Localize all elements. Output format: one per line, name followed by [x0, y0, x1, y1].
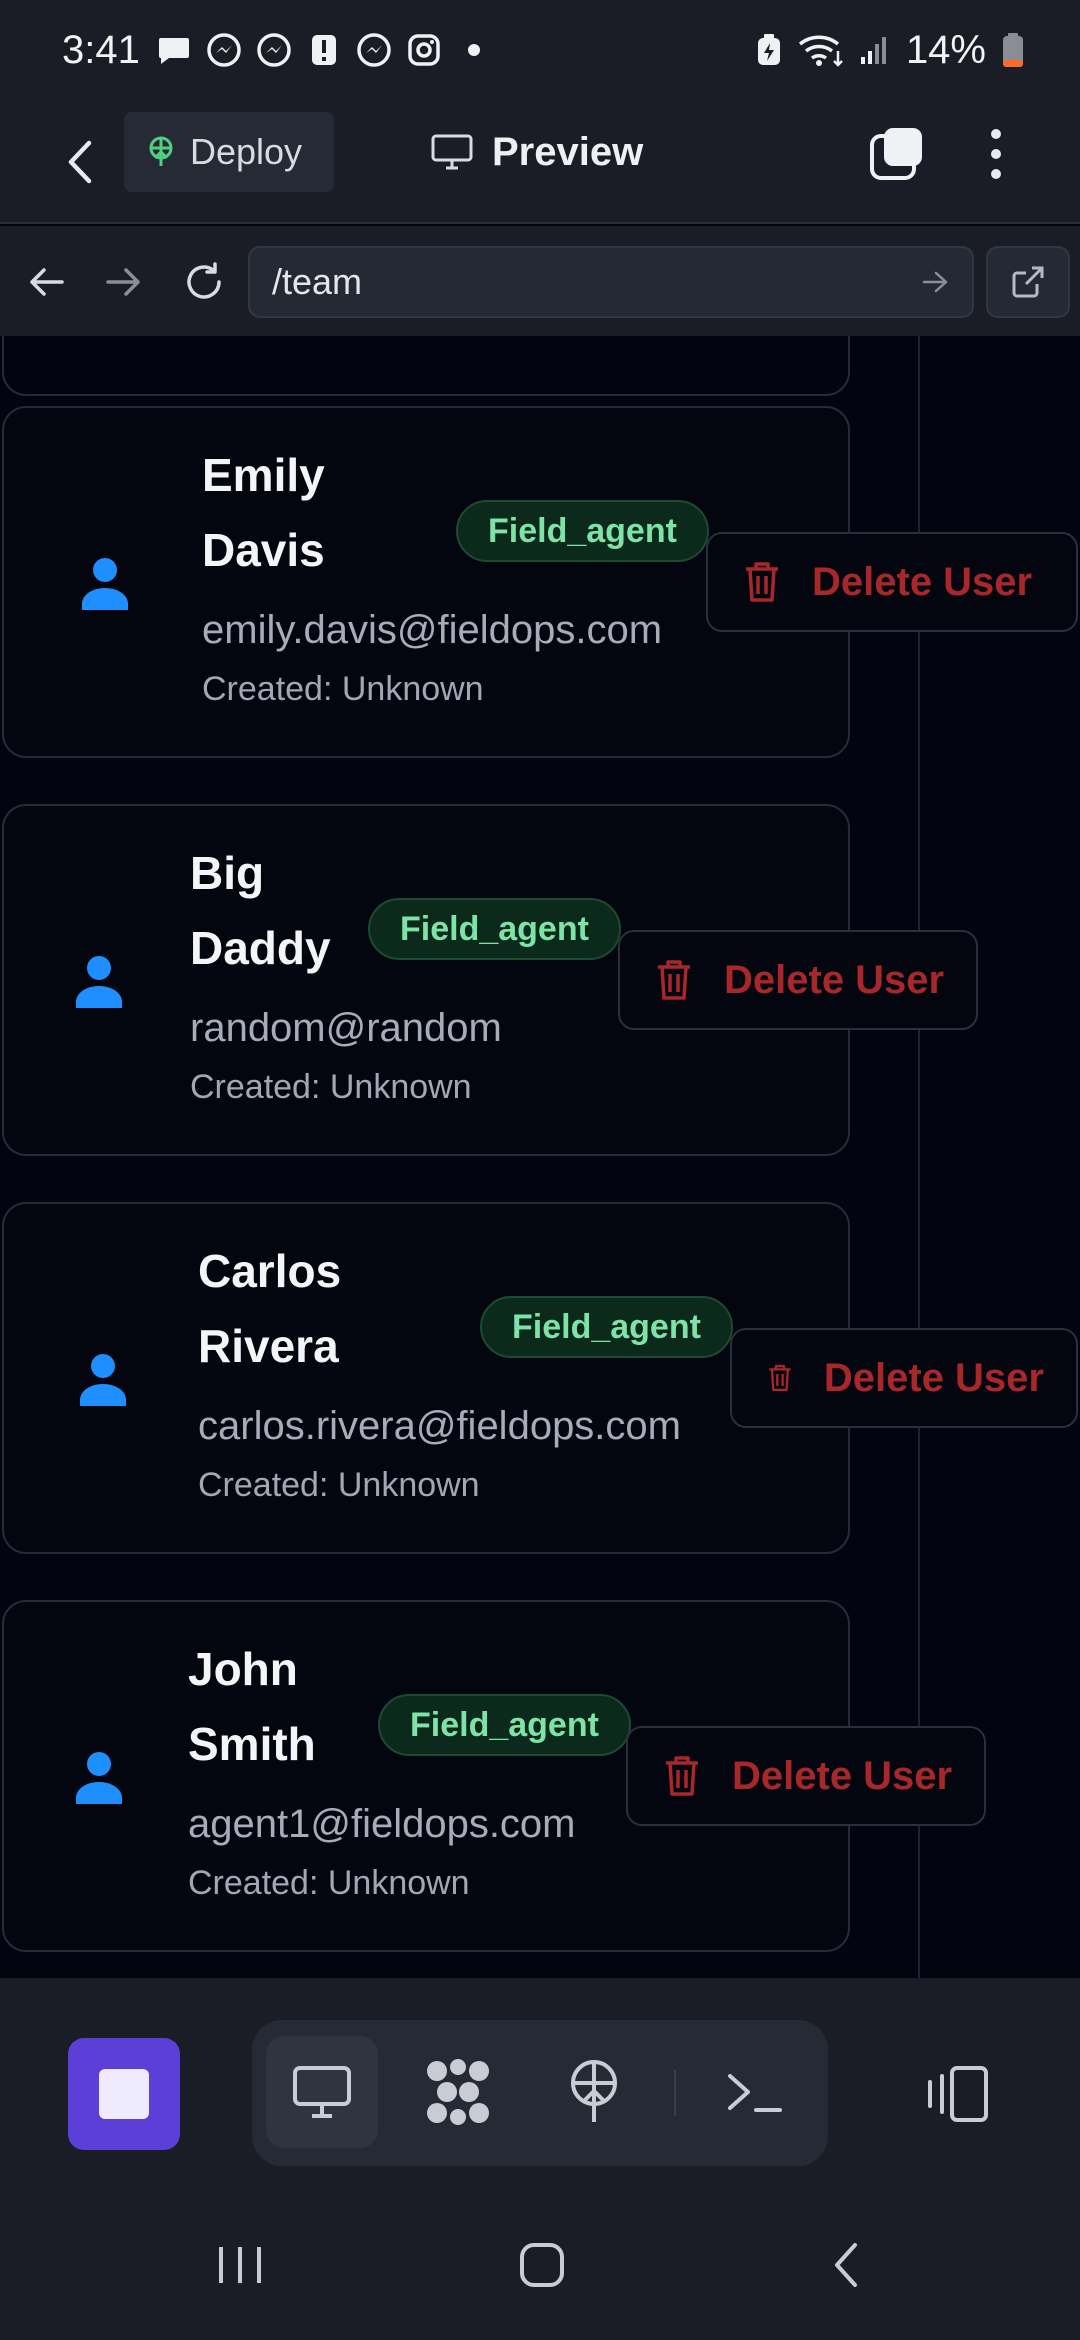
- deploy-icon: [149, 136, 173, 166]
- go-arrow-icon[interactable]: [922, 270, 950, 294]
- status-bar: 3:41 14%: [0, 0, 1080, 100]
- delete-user-button[interactable]: Delete User: [626, 1726, 987, 1826]
- battery-percentage: 14%: [905, 27, 986, 72]
- bottom-dock: [0, 1978, 1080, 2190]
- stop-button[interactable]: [68, 2038, 180, 2150]
- url-text: /team: [272, 261, 363, 302]
- created-date: Created: Unknown: [202, 670, 484, 708]
- signal-icon: [860, 35, 890, 65]
- user-card: Carlos Rivera Field_agent carlos.rivera@…: [2, 1202, 850, 1554]
- role-badge: Field_agent: [480, 1296, 733, 1358]
- monitor-icon: [431, 134, 473, 170]
- user-email: agent1@fieldops.com: [188, 1802, 576, 1846]
- delete-user-label: Delete User: [732, 1753, 953, 1798]
- devices-button[interactable]: [912, 2038, 1002, 2150]
- tabs-icon: [870, 128, 922, 180]
- preview-tab[interactable]: Preview: [430, 112, 643, 192]
- role-badge: Field_agent: [368, 898, 621, 960]
- battery-icon: [1002, 32, 1024, 68]
- preview-tool-button[interactable]: [266, 2036, 378, 2148]
- created-date: Created: Unknown: [190, 1068, 472, 1106]
- role-badge: Field_agent: [456, 500, 709, 562]
- delete-user-label: Delete User: [812, 559, 1033, 604]
- user-email: emily.davis@fieldops.com: [202, 608, 663, 652]
- modules-icon: [427, 2059, 489, 2125]
- system-navigation: [0, 2190, 1080, 2340]
- messenger-icon: [206, 32, 242, 68]
- browser-back-button[interactable]: [18, 254, 74, 310]
- monitor-icon: [293, 2066, 351, 2118]
- reload-button[interactable]: [176, 254, 232, 310]
- deploy-tool-button[interactable]: [538, 2036, 650, 2148]
- role-badge: Field_agent: [378, 1694, 631, 1756]
- preview-label: Preview: [492, 129, 644, 174]
- user-name: Carlos Rivera: [198, 1245, 342, 1372]
- tool-separator: [674, 2070, 676, 2116]
- notification-icons: [156, 32, 492, 68]
- tabs-button[interactable]: [866, 124, 926, 184]
- url-input[interactable]: /team: [248, 246, 974, 318]
- battery-saver-icon: [756, 33, 782, 67]
- delete-user-button[interactable]: Delete User: [706, 532, 1078, 632]
- chevron-left-icon: [68, 140, 92, 184]
- app-header: Deploy Preview: [0, 100, 1080, 224]
- arrow-right-icon: [106, 268, 140, 296]
- more-options-button[interactable]: [976, 120, 1016, 188]
- chat-bubble-icon: [156, 32, 192, 68]
- browser-forward-button[interactable]: [96, 254, 152, 310]
- reload-icon: [187, 262, 221, 299]
- user-icon: [80, 1354, 126, 1406]
- tool-tabs: [252, 2020, 828, 2166]
- deploy-icon: [571, 2060, 617, 2122]
- open-external-button[interactable]: [986, 246, 1070, 318]
- arrow-left-icon: [30, 268, 64, 296]
- trash-icon: [769, 1364, 791, 1392]
- delete-user-button[interactable]: Delete User: [730, 1328, 1078, 1428]
- delete-user-label: Delete User: [823, 1355, 1044, 1400]
- trash-icon: [746, 562, 778, 602]
- delete-user-button[interactable]: Delete User: [618, 930, 979, 1030]
- created-date: Created: Unknown: [198, 1466, 480, 1504]
- terminal-icon: [728, 2074, 782, 2112]
- deploy-label: Deploy: [190, 131, 303, 172]
- more-vertical-icon: [991, 129, 1001, 179]
- team-page[interactable]: Emily Davis Field_agent emily.davis@fiel…: [0, 336, 1080, 1978]
- user-icon: [76, 1752, 122, 1804]
- trash-icon: [658, 960, 690, 1000]
- external-link-icon: [1012, 266, 1044, 298]
- wifi-icon: [798, 33, 844, 67]
- chevron-left-icon: [835, 2243, 857, 2287]
- back-button[interactable]: [50, 128, 110, 196]
- home-icon: [520, 2243, 564, 2287]
- browser-toolbar: /team: [0, 226, 1080, 336]
- stop-icon: [99, 2069, 149, 2119]
- delete-user-label: Delete User: [724, 957, 945, 1002]
- system-status: 14%: [756, 28, 1024, 73]
- user-name: Emily Davis: [202, 449, 325, 576]
- devices-icon: [928, 2066, 988, 2122]
- alert-icon: [306, 32, 342, 68]
- files-tool-button[interactable]: [402, 2036, 514, 2148]
- status-time: 3:41: [62, 27, 140, 72]
- messenger-icon: [256, 32, 292, 68]
- user-email: carlos.rivera@fieldops.com: [198, 1404, 681, 1448]
- user-icon: [76, 956, 122, 1008]
- instagram-icon: [406, 32, 442, 68]
- deploy-button[interactable]: Deploy: [124, 112, 334, 192]
- messenger-icon: [356, 32, 392, 68]
- trash-icon: [666, 1756, 698, 1796]
- home-button[interactable]: [502, 2230, 582, 2300]
- user-icon: [82, 558, 128, 610]
- console-tool-button[interactable]: [698, 2036, 810, 2148]
- dot-icon: [456, 32, 492, 68]
- system-back-button[interactable]: [806, 2230, 886, 2300]
- created-date: Created: Unknown: [188, 1864, 470, 1902]
- recents-button[interactable]: [200, 2230, 280, 2300]
- user-card: [2, 336, 850, 396]
- recents-icon: [219, 2247, 261, 2283]
- user-email: random@random: [190, 1006, 502, 1050]
